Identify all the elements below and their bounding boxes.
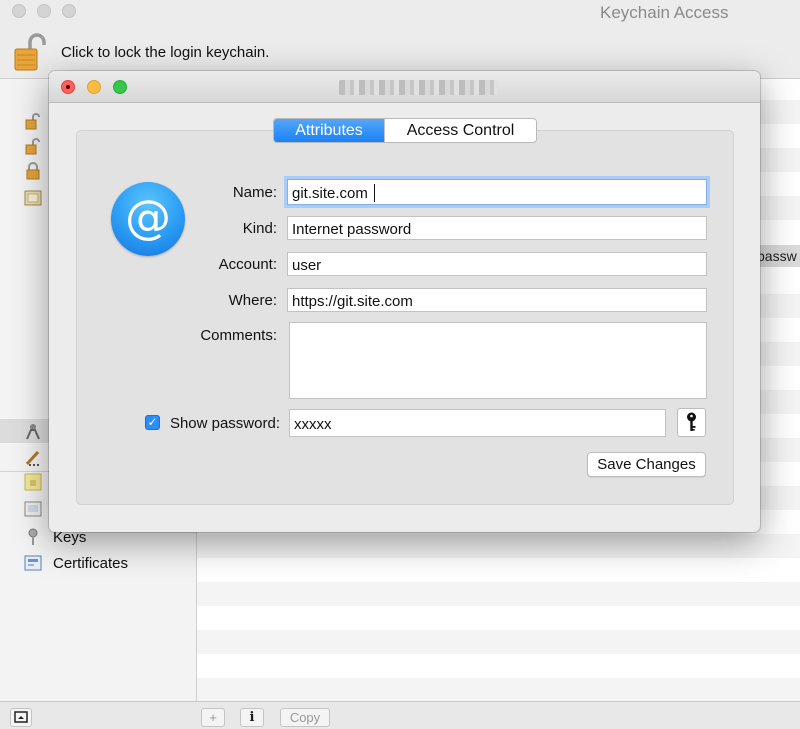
password-assistant-button[interactable] <box>677 408 706 437</box>
certificate-icon[interactable] <box>24 554 42 572</box>
copy-button[interactable]: Copy <box>280 708 330 727</box>
window-title: Keychain Access <box>600 3 729 22</box>
tab-access-control[interactable]: Access Control <box>384 119 536 142</box>
account-label: Account: <box>218 256 277 273</box>
comments-field[interactable] <box>289 322 707 399</box>
get-info-button[interactable]: i <box>240 708 264 727</box>
show-password-label[interactable]: Show password: <box>130 415 280 432</box>
kind-field[interactable] <box>287 216 707 240</box>
passwords-icon[interactable] <box>24 449 42 467</box>
close-button[interactable] <box>61 80 75 94</box>
password-field[interactable] <box>289 409 666 437</box>
all-items-icon[interactable] <box>24 422 42 440</box>
list-row[interactable] <box>197 534 800 558</box>
bottom-bar: + i Copy <box>0 701 800 729</box>
my-certificates-icon[interactable] <box>24 500 42 518</box>
list-row[interactable] <box>197 630 800 654</box>
key-icon <box>687 412 696 431</box>
unlocked-keychain-icon[interactable] <box>24 112 42 130</box>
bg-minimize-button[interactable] <box>37 4 51 18</box>
list-row[interactable] <box>197 582 800 606</box>
unlocked-padlock-icon[interactable] <box>13 32 47 72</box>
text-caret <box>374 184 375 202</box>
name-label: Name: <box>232 184 277 201</box>
comments-label: Comments: <box>200 327 277 344</box>
dialog-titlebar <box>49 71 760 103</box>
bg-maximize-button[interactable] <box>62 4 76 18</box>
locked-keychain-icon[interactable] <box>24 162 42 180</box>
secure-notes-icon[interactable] <box>24 473 42 491</box>
background-titlebar: Keychain Access <box>0 0 800 26</box>
tab-attributes[interactable]: Attributes <box>274 119 384 142</box>
key-icon[interactable] <box>24 528 42 546</box>
add-item-button[interactable]: + <box>201 708 225 727</box>
bg-close-button[interactable] <box>12 4 26 18</box>
minimize-button[interactable] <box>87 80 101 94</box>
list-row[interactable] <box>197 678 800 701</box>
system-roots-icon[interactable] <box>24 189 42 207</box>
category-certificates[interactable]: Certificates <box>53 555 128 572</box>
unlocked-keychain-icon[interactable] <box>24 137 42 155</box>
show-keychains-button[interactable] <box>10 708 32 727</box>
keychain-item-dialog: Attributes Access Control @ Name: Kind: … <box>49 71 760 532</box>
tab-bar: Attributes Access Control <box>273 118 537 143</box>
sidebar-toggle-icon <box>14 711 28 723</box>
kind-label: Kind: <box>242 220 277 237</box>
lock-message: Click to lock the login keychain. <box>61 44 270 61</box>
where-label: Where: <box>228 292 277 309</box>
account-field[interactable] <box>287 252 707 276</box>
redacted-dialog-title <box>339 80 497 95</box>
name-field[interactable] <box>287 179 707 205</box>
zoom-button[interactable] <box>113 80 127 94</box>
where-field[interactable] <box>287 288 707 312</box>
list-row-kind: passw <box>757 248 797 264</box>
save-changes-button[interactable]: Save Changes <box>587 452 706 477</box>
